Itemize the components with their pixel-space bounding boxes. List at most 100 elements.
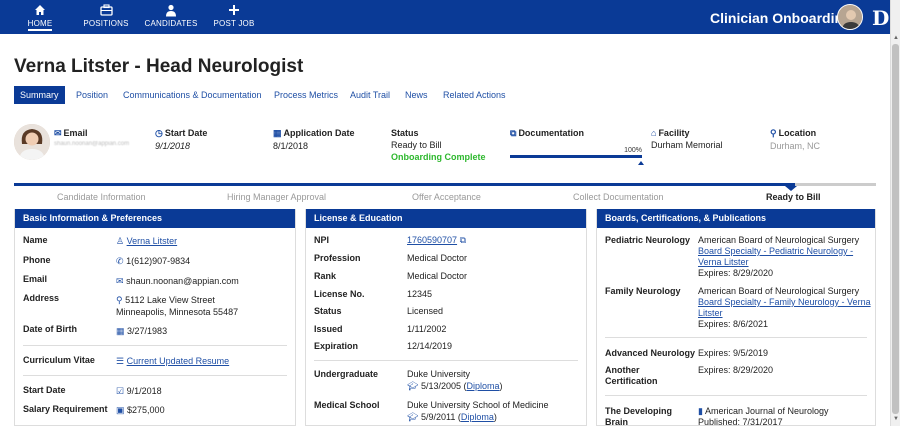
cv-link[interactable]: Current Updated Resume: [127, 356, 230, 366]
book-icon: ▮: [698, 406, 703, 416]
nav-home-label: HOME: [27, 19, 53, 28]
tab-news[interactable]: News: [405, 86, 428, 104]
cv-label: Curriculum Vitae: [23, 355, 95, 365]
medical-school-label: Medical School: [314, 400, 380, 410]
plus-icon: [210, 4, 258, 18]
location-label: Location: [778, 128, 817, 138]
external-link-icon[interactable]: ⧉: [460, 235, 466, 245]
tab-process-metrics[interactable]: Process Metrics: [274, 86, 338, 104]
boards-panel: Boards, Certifications, & Publications P…: [596, 209, 876, 426]
facility-block: ⌂ Facility Durham Memorial: [651, 128, 723, 150]
tab-communications[interactable]: Communications & Documentation: [123, 86, 262, 104]
step-offer-acceptance[interactable]: Offer Acceptance: [412, 192, 481, 202]
nav-candidates-label: CANDIDATES: [144, 19, 198, 28]
undergraduate-date: 5/13/2005: [420, 381, 461, 391]
email-label: Email: [23, 274, 48, 284]
candidate-photo: [14, 124, 50, 160]
address-line2: Minneapolis, Minnesota 55487: [116, 307, 239, 317]
publication-label: The Developing: [605, 406, 673, 416]
rank-value: Medical Doctor: [407, 271, 468, 281]
email-block: ✉ Email shaun.noonan@appian.com: [54, 128, 129, 147]
publication-label-cont: Brain: [605, 417, 629, 426]
license-status-value: Licensed: [407, 306, 444, 316]
nav-candidates[interactable]: CANDIDATES: [140, 0, 202, 34]
stepper-caret-icon: [785, 186, 797, 191]
family-cert-link-cont[interactable]: Litster: [698, 308, 723, 318]
profession-label: Profession: [314, 253, 361, 263]
start-date-block: ◷ Start Date 9/1/2018: [155, 128, 207, 151]
dob-label: Date of Birth: [23, 324, 77, 334]
doctor-icon: ♙: [116, 236, 125, 246]
duke-logo: D: [872, 6, 889, 30]
license-label: License No.: [314, 289, 365, 299]
application-date-block: ▦ Application Date 8/1/2018: [273, 128, 355, 151]
pediatric-cert-link[interactable]: Board Specialty - Pediatric Neurology -: [698, 246, 853, 256]
profession-value: Medical Doctor: [407, 253, 468, 263]
top-nav: HOME POSITIONS CANDIDATES POST JOB Clini…: [0, 0, 890, 34]
scroll-thumb[interactable]: [892, 44, 899, 414]
step-hiring-manager-approval[interactable]: Hiring Manager Approval: [227, 192, 326, 202]
divider: [23, 375, 287, 376]
family-cert-link[interactable]: Board Specialty - Family Neurology - Ver…: [698, 297, 871, 307]
facility-value: Durham Memorial: [651, 140, 723, 150]
email-label: Email: [63, 128, 88, 138]
money-icon: ▣: [116, 405, 125, 415]
undergraduate-diploma-link[interactable]: Diploma: [467, 381, 500, 391]
list-icon: ☰: [116, 356, 125, 366]
location-block: ⚲ Location Durham, NC: [770, 128, 820, 151]
npi-link[interactable]: 1760590707: [407, 235, 457, 245]
nav-post-job[interactable]: POST JOB: [210, 0, 258, 34]
email-value: shaun.noonan@appian.com: [126, 276, 239, 286]
facility-label: Facility: [658, 128, 690, 138]
basic-info-title: Basic Information & Preferences: [15, 209, 295, 228]
undergraduate-label: Undergraduate: [314, 369, 379, 379]
calendar-icon: ▦: [116, 326, 125, 336]
documentation-block: ⧉ Documentation: [510, 128, 584, 139]
nav-post-job-label: POST JOB: [213, 19, 255, 28]
tab-related-actions[interactable]: Related Actions: [443, 86, 506, 104]
home-icon: [14, 4, 66, 18]
scroll-down-arrow-icon[interactable]: ▼: [892, 416, 900, 424]
advanced-label: Advanced Neurology: [605, 348, 696, 358]
scrollbar[interactable]: ▲ ▼: [890, 0, 900, 426]
calendar-check-icon: ☑: [116, 386, 125, 396]
undergraduate-school: Duke University: [407, 369, 471, 379]
phone-value: 1(612)907-9834: [126, 256, 191, 266]
email-value: shaun.noonan@appian.com: [54, 141, 130, 147]
tab-summary[interactable]: Summary: [14, 86, 65, 104]
status-sub: Onboarding Complete: [391, 152, 486, 162]
npi-label: NPI: [314, 235, 330, 245]
clock-icon: ◷: [155, 128, 163, 138]
step-collect-documentation[interactable]: Collect Documentation: [573, 192, 664, 202]
tab-position[interactable]: Position: [76, 86, 108, 104]
map-marker-icon: ⚲: [116, 295, 123, 305]
name-link[interactable]: Verna Litster: [127, 236, 178, 246]
graduation-cap-icon: 🎓︎: [407, 381, 419, 391]
address-line1: 5112 Lake View Street: [125, 295, 215, 305]
nav-home[interactable]: HOME: [14, 0, 66, 34]
dob-value: 3/27/1983: [127, 326, 168, 336]
publication-journal: American Journal of Neurology: [704, 406, 829, 416]
nav-positions[interactable]: POSITIONS: [80, 0, 132, 34]
issued-label: Issued: [314, 324, 343, 334]
rank-label: Rank: [314, 271, 337, 281]
license-education-panel: License & Education NPI 1760590707 ⧉ Pro…: [305, 209, 587, 426]
pediatric-expires: Expires: 8/29/2020: [698, 268, 774, 278]
medical-school-diploma-link[interactable]: Diploma: [461, 412, 494, 422]
salary-label: Salary Requirement: [23, 404, 108, 414]
tab-audit-trail[interactable]: Audit Trail: [350, 86, 390, 104]
another-cert-expires: Expires: 8/29/2020: [698, 365, 774, 375]
medical-school-name: Duke University School of Medicine: [407, 400, 549, 410]
doc-label: Documentation: [518, 128, 584, 138]
stepper-remaining-line: [795, 183, 876, 186]
scroll-up-arrow-icon[interactable]: ▲: [892, 35, 900, 43]
nav-positions-label: POSITIONS: [83, 19, 129, 28]
step-ready-to-bill[interactable]: Ready to Bill: [766, 192, 821, 202]
calendar-icon: ▦: [273, 128, 282, 138]
briefcase-icon: [80, 4, 132, 18]
phone-label: Phone: [23, 255, 51, 265]
pediatric-cert-link-cont[interactable]: Verna Litster: [698, 257, 749, 267]
user-avatar[interactable]: [837, 4, 863, 30]
step-candidate-information[interactable]: Candidate Information: [57, 192, 146, 202]
boards-title: Boards, Certifications, & Publications: [597, 209, 875, 228]
